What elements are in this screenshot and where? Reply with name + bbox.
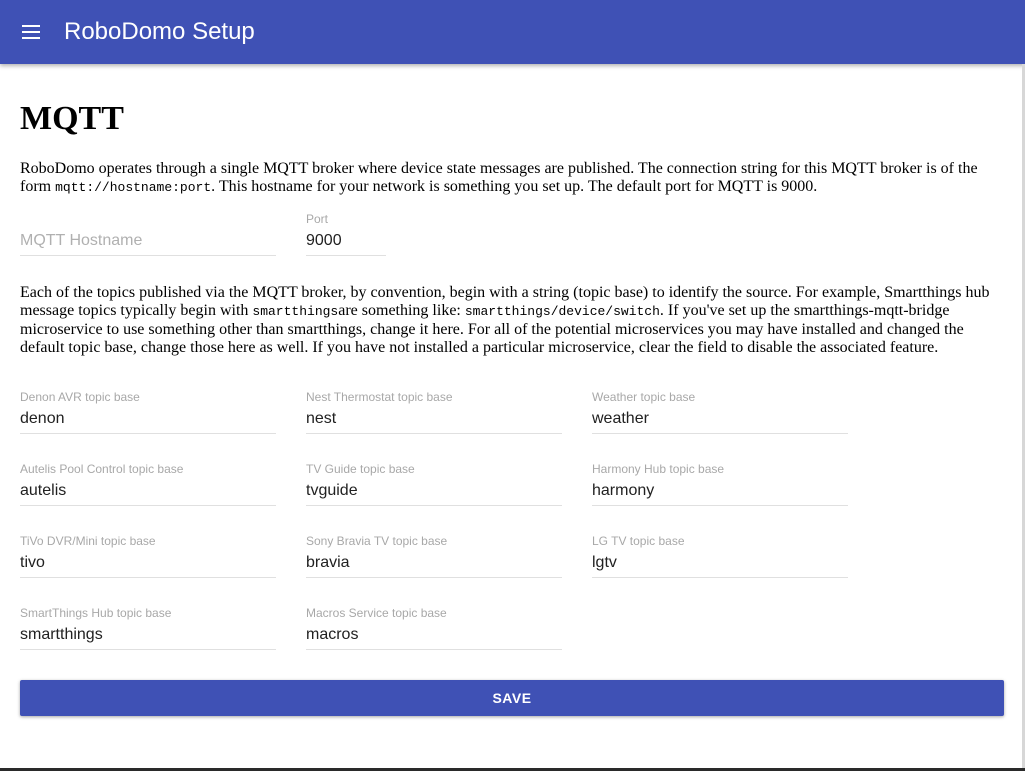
denon-field: Denon AVR topic base <box>20 390 276 436</box>
lgtv-field: LG TV topic base <box>592 534 848 580</box>
autelis-field: Autelis Pool Control topic base <box>20 462 276 508</box>
mqtt-intro-text: RoboDomo operates through a single MQTT … <box>20 160 1005 197</box>
tivo-field: TiVo DVR/Mini topic base <box>20 534 276 580</box>
bravia-field: Sony Bravia TV topic base <box>306 534 562 580</box>
port-label: Port <box>306 212 329 226</box>
weather-input[interactable] <box>592 405 848 434</box>
autelis-input[interactable] <box>20 477 276 506</box>
denon-input[interactable] <box>20 405 276 434</box>
bravia-label: Sony Bravia TV topic base <box>306 534 448 548</box>
port-input[interactable] <box>306 227 386 256</box>
harmony-field: Harmony Hub topic base <box>592 462 848 508</box>
lgtv-input[interactable] <box>592 549 848 578</box>
port-field: Port <box>306 212 386 258</box>
macros-label: Macros Service topic base <box>306 606 447 620</box>
section-title: MQTT <box>20 100 124 137</box>
smartthings-code: smartthings <box>252 304 339 319</box>
tivo-label: TiVo DVR/Mini topic base <box>20 534 156 548</box>
menu-icon[interactable] <box>20 20 44 44</box>
autelis-label: Autelis Pool Control topic base <box>20 462 184 476</box>
tivo-input[interactable] <box>20 549 276 578</box>
connection-string-code: mqtt://hostname:port <box>55 180 212 195</box>
denon-label: Denon AVR topic base <box>20 390 140 404</box>
tvguide-input[interactable] <box>306 477 562 506</box>
macros-field: Macros Service topic base <box>306 606 562 652</box>
tvguide-label: TV Guide topic base <box>306 462 415 476</box>
save-button[interactable]: SAVE <box>20 680 1004 716</box>
smartthings-field: SmartThings Hub topic base <box>20 606 276 652</box>
nest-field: Nest Thermostat topic base <box>306 390 562 436</box>
nest-label: Nest Thermostat topic base <box>306 390 453 404</box>
harmony-input[interactable] <box>592 477 848 506</box>
topics-text-2: are something like: <box>338 302 465 319</box>
weather-label: Weather topic base <box>592 390 696 404</box>
app-title: RoboDomo Setup <box>64 18 255 45</box>
macros-input[interactable] <box>306 621 562 650</box>
bravia-input[interactable] <box>306 549 562 578</box>
weather-field: Weather topic base <box>592 390 848 436</box>
app-bar: RoboDomo Setup <box>0 0 1025 64</box>
harmony-label: Harmony Hub topic base <box>592 462 725 476</box>
tvguide-field: TV Guide topic base <box>306 462 562 508</box>
smartthings-input[interactable] <box>20 621 276 650</box>
hostname-field <box>20 212 276 258</box>
nest-input[interactable] <box>306 405 562 434</box>
intro-text-2: . This hostname for your network is some… <box>211 178 818 195</box>
smartthings-label: SmartThings Hub topic base <box>20 606 172 620</box>
topic-example-code: smartthings/device/switch <box>464 304 660 319</box>
hostname-input[interactable] <box>20 227 276 256</box>
topics-intro-text: Each of the topics published via the MQT… <box>20 284 1005 357</box>
lgtv-label: LG TV topic base <box>592 534 685 548</box>
